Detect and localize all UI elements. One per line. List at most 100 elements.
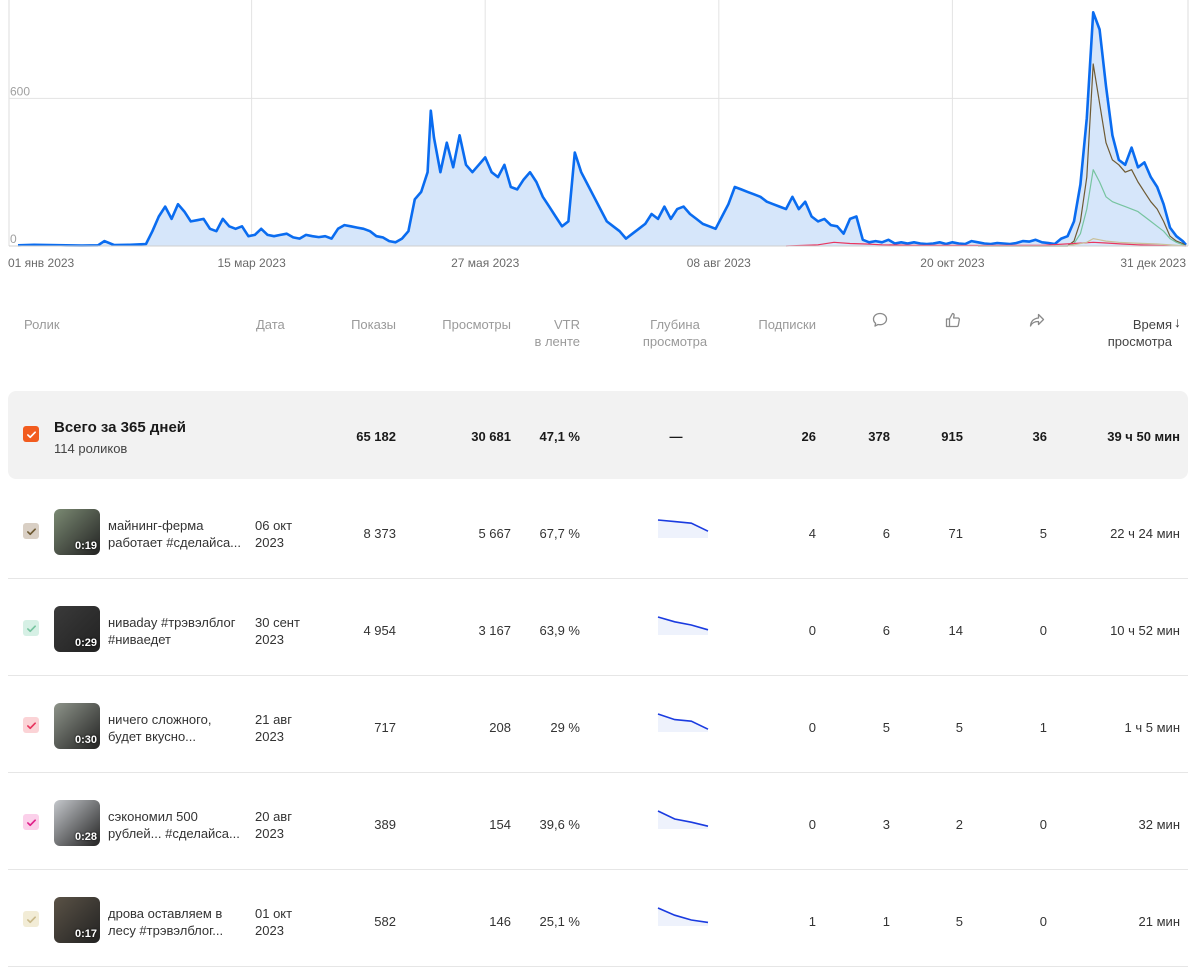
chart-svg: 0 600 01 янв 2023 15 мар 2023 27 мая 2023 08 … [8,0,1189,270]
summary-row: Всего за 365 дней 114 роликов 65 182 30 … [8,391,1188,479]
row-watch-time: 10 ч 52 мин [1110,623,1180,638]
row-shares: 0 [1039,914,1047,929]
row-likes: 5 [955,914,963,929]
video-date: 21 авг 2023 [255,712,292,744]
row-likes: 5 [955,720,963,735]
header-date[interactable]: Дата [256,316,285,333]
summary-vtr: 47,1 % [539,429,580,444]
video-title[interactable]: дрова оставляем в лесу #трэвэлблог... [108,905,248,939]
video-title[interactable]: майнинг-ферма работает #сделайса... [108,517,248,551]
row-comments: 6 [882,526,890,541]
table-row[interactable]: 0:30 ничего сложного, будет вкусно... 21… [8,675,1188,773]
video-thumbnail[interactable]: 0:28 [54,800,100,846]
table-row[interactable]: 0:17 дрова оставляем в лесу #трэвэлблог.… [8,869,1188,967]
video-duration: 0:29 [74,637,97,649]
row-impressions: 4 954 [363,623,396,638]
summary-subtitle: 114 роликов [54,441,128,456]
row-likes: 14 [948,623,963,638]
summary-comments: 378 [868,429,890,444]
summary-shares: 36 [1032,429,1047,444]
header-vtr[interactable]: VTR в ленте [510,316,580,350]
watch-depth-sparkline [657,810,709,829]
video-date: 20 авг 2023 [255,809,292,841]
row-shares: 0 [1039,817,1047,832]
header-watch-time[interactable]: Время просмотра [1080,316,1172,350]
video-date: 30 сент 2023 [255,615,300,647]
row-watch-time: 22 ч 24 мин [1110,526,1180,541]
row-watch-time: 1 ч 5 мин [1124,720,1180,735]
row-vtr: 29 % [550,720,580,735]
row-impressions: 717 [374,720,396,735]
row-checkbox[interactable] [23,814,39,830]
row-checkbox[interactable] [23,911,39,927]
row-subs: 4 [808,526,816,541]
summary-watch-time: 39 ч 50 мин [1107,429,1180,444]
row-views: 3 167 [478,623,511,638]
like-icon[interactable] [944,311,962,329]
check-icon [26,527,36,535]
row-subs: 1 [808,914,816,929]
video-title[interactable]: ниваday #трэвэлблог #ниваедет [108,614,248,648]
row-impressions: 582 [374,914,396,929]
header-impressions[interactable]: Показы [300,316,396,333]
video-duration: 0:28 [74,831,97,843]
table-row[interactable]: 0:19 майнинг-ферма работает #сделайса...… [8,481,1188,579]
x-tick-label: 08 авг 2023 [687,256,751,270]
check-icon [26,818,36,826]
row-subs: 0 [808,720,816,735]
row-watch-time: 21 мин [1138,914,1180,929]
summary-checkbox[interactable] [23,426,39,442]
watch-depth-sparkline [657,907,709,926]
x-tick-label: 15 мар 2023 [217,256,286,270]
x-tick-label: 20 окт 2023 [920,256,985,270]
video-title[interactable]: ничего сложного, будет вкусно... [108,711,248,745]
row-checkbox[interactable] [23,620,39,636]
video-duration: 0:30 [74,734,97,746]
video-thumbnail[interactable]: 0:29 [54,606,100,652]
summary-likes: 915 [941,429,963,444]
row-checkbox[interactable] [23,523,39,539]
x-tick-label: 27 мая 2023 [451,256,519,270]
check-icon [26,430,36,438]
video-date: 01 окт 2023 [255,906,293,938]
x-tick-label: 01 янв 2023 [8,256,75,270]
row-impressions: 389 [374,817,396,832]
table-row[interactable]: 0:29 ниваday #трэвэлблог #ниваедет 30 се… [8,578,1188,676]
table-header [0,300,1200,370]
header-depth[interactable]: Глубина просмотра [620,316,730,350]
row-views: 154 [489,817,511,832]
video-duration: 0:19 [74,540,97,552]
sort-arrow-icon[interactable]: ↓ [1174,314,1181,331]
row-shares: 5 [1039,526,1047,541]
x-tick-label: 31 дек 2023 [1120,256,1186,270]
summary-impressions: 65 182 [356,429,396,444]
row-vtr: 25,1 % [539,914,580,929]
header-subs[interactable]: Подписки [720,316,816,333]
row-comments: 3 [882,817,890,832]
row-subs: 0 [808,817,816,832]
header-views[interactable]: Просмотры [400,316,511,333]
header-video[interactable]: Ролик [24,316,60,333]
row-comments: 1 [882,914,890,929]
video-thumbnail[interactable]: 0:30 [54,703,100,749]
views-chart: 0 600 01 янв 2023 15 мар 2023 27 мая 2023 08 … [0,0,1200,280]
video-thumbnail[interactable]: 0:17 [54,897,100,943]
video-title[interactable]: сэкономил 500 рублей... #сделайса... [108,808,248,842]
summary-title: Всего за 365 дней [54,419,187,436]
share-icon[interactable] [1028,311,1046,329]
series-line-0 [17,11,1187,247]
row-subs: 0 [808,623,816,638]
video-date: 06 окт 2023 [255,518,293,550]
table-row[interactable]: 0:28 сэкономил 500 рублей... #сделайса..… [8,772,1188,870]
row-comments: 5 [882,720,890,735]
comment-icon[interactable] [871,311,889,329]
row-shares: 0 [1039,623,1047,638]
row-views: 146 [489,914,511,929]
watch-depth-sparkline [657,616,709,635]
check-icon [26,915,36,923]
video-duration: 0:17 [74,928,97,940]
row-checkbox[interactable] [23,717,39,733]
video-thumbnail[interactable]: 0:19 [54,509,100,555]
summary-subs: 26 [801,429,816,444]
row-views: 5 667 [478,526,511,541]
